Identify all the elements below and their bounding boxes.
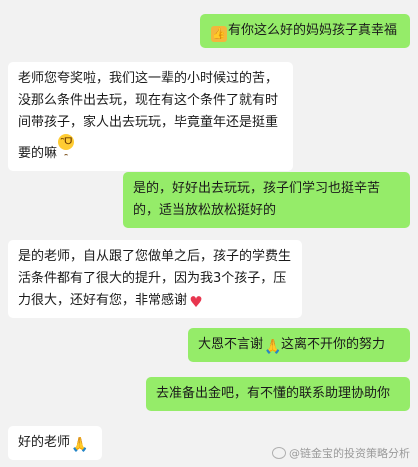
thumbs-up-icon: 👍 — [211, 26, 227, 42]
grin-icon: ᵔᗜᵔ — [58, 134, 75, 163]
watermark-text: @链金宝的投资策略分析 — [289, 447, 410, 460]
heart-icon: ♥ — [189, 293, 203, 311]
message-text: 老师您夸奖啦，我们这一辈的小时候过的苦，没那么条件出去玩，现在有这个条件了就有时… — [18, 71, 279, 161]
message-text: 有你这么好的妈妈孩子真幸福 — [228, 23, 398, 38]
message-text-after: 这离不开你的努力 — [281, 337, 386, 352]
message-bubble-6[interactable]: 去准备出金吧，有不懂的联系助理协助你 — [146, 377, 410, 411]
message-text: 好的老师 — [18, 435, 71, 450]
watermark: @链金宝的投资策略分析 — [272, 445, 410, 461]
message-bubble-7[interactable]: 好的老师🙏 — [8, 426, 102, 460]
message-text: 去准备出金吧，有不懂的联系助理协助你 — [156, 386, 391, 401]
message-text: 是的，好好出去玩玩，孩子们学习也挺辛苦的，适当放松放松挺好的 — [133, 181, 381, 218]
pray-icon: 🙏 — [264, 339, 282, 355]
message-bubble-2[interactable]: 老师您夸奖啦，我们这一辈的小时候过的苦，没那么条件出去玩，现在有这个条件了就有时… — [8, 62, 293, 171]
message-bubble-5[interactable]: 大恩不言谢🙏这离不开你的努力 — [188, 328, 410, 362]
message-bubble-1[interactable]: 👍 有你这么好的妈妈孩子真幸福 — [200, 14, 410, 48]
message-bubble-3[interactable]: 是的，好好出去玩玩，孩子们学习也挺辛苦的，适当放松放松挺好的 — [123, 172, 410, 228]
message-text-before: 大恩不言谢 — [198, 337, 264, 352]
message-text: 是的老师，自从跟了您做单之后，孩子的学费生活条件都有了很大的提升，因为我3个孩子… — [18, 249, 292, 308]
weibo-icon — [272, 447, 286, 459]
pray-icon: 🙏 — [71, 437, 89, 453]
message-bubble-4[interactable]: 是的老师，自从跟了您做单之后，孩子的学费生活条件都有了很大的提升，因为我3个孩子… — [8, 240, 302, 318]
